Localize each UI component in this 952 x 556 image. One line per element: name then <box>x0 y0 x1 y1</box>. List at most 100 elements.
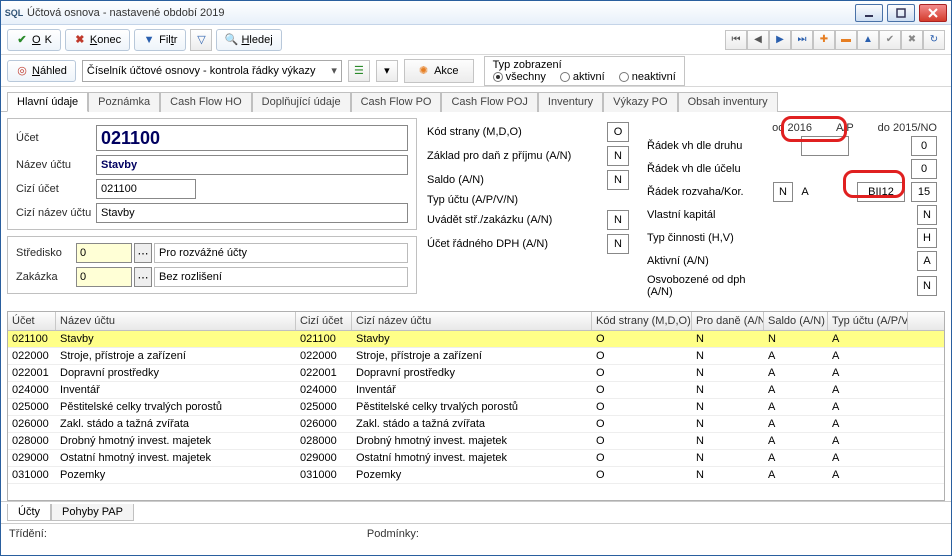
uvadet-input[interactable] <box>607 210 629 230</box>
akce-label: Akce <box>434 65 458 77</box>
hledej-button[interactable]: 🔍Hledej <box>216 29 281 51</box>
nav-next[interactable]: ▶ <box>769 30 791 50</box>
grid-cell: A <box>764 416 828 432</box>
nazev-label: Název účtu <box>16 159 96 171</box>
grid-cell: O <box>592 467 692 483</box>
grid-cell: 025000 <box>8 399 56 415</box>
nav-last[interactable]: ⏭ <box>791 30 813 50</box>
close-button[interactable] <box>919 4 947 22</box>
tab-2[interactable]: Cash Flow HO <box>160 92 252 112</box>
nav-refresh[interactable]: ↻ <box>923 30 945 50</box>
table-row[interactable]: 029000Ostatní hmotný invest. majetek0290… <box>8 450 944 467</box>
tab-1[interactable]: Poznámka <box>88 92 160 112</box>
cizi-input[interactable] <box>96 179 196 199</box>
r2-do[interactable] <box>911 159 937 179</box>
zakazka-code[interactable] <box>76 267 132 287</box>
filter-clear-button[interactable]: ▽ <box>190 29 212 51</box>
nahled-button[interactable]: ◎Náhled <box>7 60 76 82</box>
nav-prev[interactable]: ◀ <box>747 30 769 50</box>
report-combo[interactable]: Číselník účtové osnovy - kontrola řádky … <box>82 60 342 82</box>
tab-3[interactable]: Doplňující údaje <box>252 92 351 112</box>
tab-4[interactable]: Cash Flow PO <box>351 92 442 112</box>
nav-up[interactable]: ▲ <box>857 30 879 50</box>
maximize-button[interactable] <box>887 4 915 22</box>
bottom-tab-1[interactable]: Pohyby PAP <box>51 504 134 521</box>
data-grid[interactable]: ÚčetNázev účtuCizí účetCizí název účtuKó… <box>7 311 945 501</box>
nav-first[interactable]: ⏮ <box>725 30 747 50</box>
r1-od[interactable] <box>801 136 849 156</box>
grid-header-cell[interactable]: Pro daně (A/N) <box>692 312 764 330</box>
grid-cell: 022001 <box>296 365 352 381</box>
tab-8[interactable]: Obsah inventury <box>678 92 778 112</box>
tab-5[interactable]: Cash Flow POJ <box>441 92 537 112</box>
grid-header-cell[interactable]: Typ účtu (A/P/V <box>828 312 908 330</box>
grid-header-cell[interactable]: Saldo (A/N) <box>764 312 828 330</box>
grid-cell: Pěstitelské celky trvalých porostů <box>352 399 592 415</box>
grid-cell: A <box>828 467 908 483</box>
list-icon-button[interactable]: ☰ <box>348 60 370 82</box>
grid-cell: 021100 <box>296 331 352 347</box>
grid-cell: O <box>592 416 692 432</box>
r7-label: Osvobozené od dph (A/N) <box>647 274 767 298</box>
r3-a[interactable] <box>773 182 793 202</box>
table-row[interactable]: 024000Inventář024000InventářONAA <box>8 382 944 399</box>
ok-button[interactable]: ✔OOKK <box>7 29 61 51</box>
grid-header-cell[interactable]: Název účtu <box>56 312 296 330</box>
grid-body[interactable]: 021100Stavby021100StavbyONNA022000Stroje… <box>8 331 944 500</box>
dph-input[interactable] <box>607 234 629 254</box>
saldo-input[interactable] <box>607 170 629 190</box>
nav-cancel[interactable]: ✖ <box>901 30 923 50</box>
konec-button[interactable]: ✖Konec <box>65 29 130 51</box>
grid-cell: N <box>692 348 764 364</box>
grid-cell: N <box>692 416 764 432</box>
r6-v[interactable] <box>917 251 937 271</box>
grid-cell: N <box>692 433 764 449</box>
radio-neaktivni[interactable]: neaktivní <box>619 71 676 83</box>
r1-do[interactable] <box>911 136 937 156</box>
grid-header-cell[interactable]: Kód strany (M,D,O) <box>592 312 692 330</box>
r5-v[interactable] <box>917 228 937 248</box>
minimize-button[interactable] <box>855 4 883 22</box>
r3-c[interactable] <box>857 182 905 202</box>
table-row[interactable]: 021100Stavby021100StavbyONNA <box>8 331 944 348</box>
bottom-tab-0[interactable]: Účty <box>7 504 51 521</box>
r7-v[interactable] <box>917 276 937 296</box>
nazev-input[interactable] <box>96 155 408 175</box>
kod-label: Kód strany (M,D,O) <box>427 126 522 138</box>
filtr-button[interactable]: ▼Filtr <box>134 29 186 51</box>
dropdown-icon-button[interactable]: ▾ <box>376 60 398 82</box>
grid-cell: 026000 <box>296 416 352 432</box>
nav-remove[interactable]: ▬ <box>835 30 857 50</box>
stredisko-lookup-button[interactable]: ⋯ <box>134 243 152 263</box>
r4-v[interactable] <box>917 205 937 225</box>
tab-6[interactable]: Inventury <box>538 92 603 112</box>
kod-input[interactable] <box>607 122 629 142</box>
table-row[interactable]: 026000Zakl. stádo a tažná zvířata026000Z… <box>8 416 944 433</box>
tab-7[interactable]: Výkazy PO <box>603 92 677 112</box>
table-row[interactable]: 022000Stroje, přístroje a zařízení022000… <box>8 348 944 365</box>
radio-vsechny[interactable]: všechny <box>493 71 546 83</box>
nav-buttons: ⏮ ◀ ▶ ⏭ ✚ ▬ ▲ ✔ ✖ ↻ <box>725 30 945 50</box>
grid-header-cell[interactable]: Účet <box>8 312 56 330</box>
tab-0[interactable]: Hlavní údaje <box>7 92 88 112</box>
table-row[interactable]: 028000Drobný hmotný invest. majetek02800… <box>8 433 944 450</box>
stredisko-code[interactable] <box>76 243 132 263</box>
grid-header-cell[interactable]: Cizí účet <box>296 312 352 330</box>
nav-add[interactable]: ✚ <box>813 30 835 50</box>
r3-d[interactable] <box>911 182 937 202</box>
cizinaz-input[interactable] <box>96 203 408 223</box>
stredisko-desc: Pro rozvážné účty <box>154 243 408 263</box>
ucet-input[interactable] <box>96 125 408 151</box>
radio-aktivni[interactable]: aktivní <box>560 71 605 83</box>
grid-header-cell[interactable]: Cizí název účtu <box>352 312 592 330</box>
grid-cell: O <box>592 450 692 466</box>
grid-cell: 031000 <box>296 467 352 483</box>
akce-button[interactable]: ✺Akce <box>404 59 474 83</box>
table-row[interactable]: 025000 Pěstitelské celky trvalých porostů… <box>8 399 944 416</box>
zakazka-lookup-button[interactable]: ⋯ <box>134 267 152 287</box>
nav-ok[interactable]: ✔ <box>879 30 901 50</box>
grid-cell: Pozemky <box>352 467 592 483</box>
table-row[interactable]: 031000Pozemky031000PozemkyONAA <box>8 467 944 484</box>
zaklad-input[interactable] <box>607 146 629 166</box>
table-row[interactable]: 022001Dopravní prostředky022001Dopravní … <box>8 365 944 382</box>
